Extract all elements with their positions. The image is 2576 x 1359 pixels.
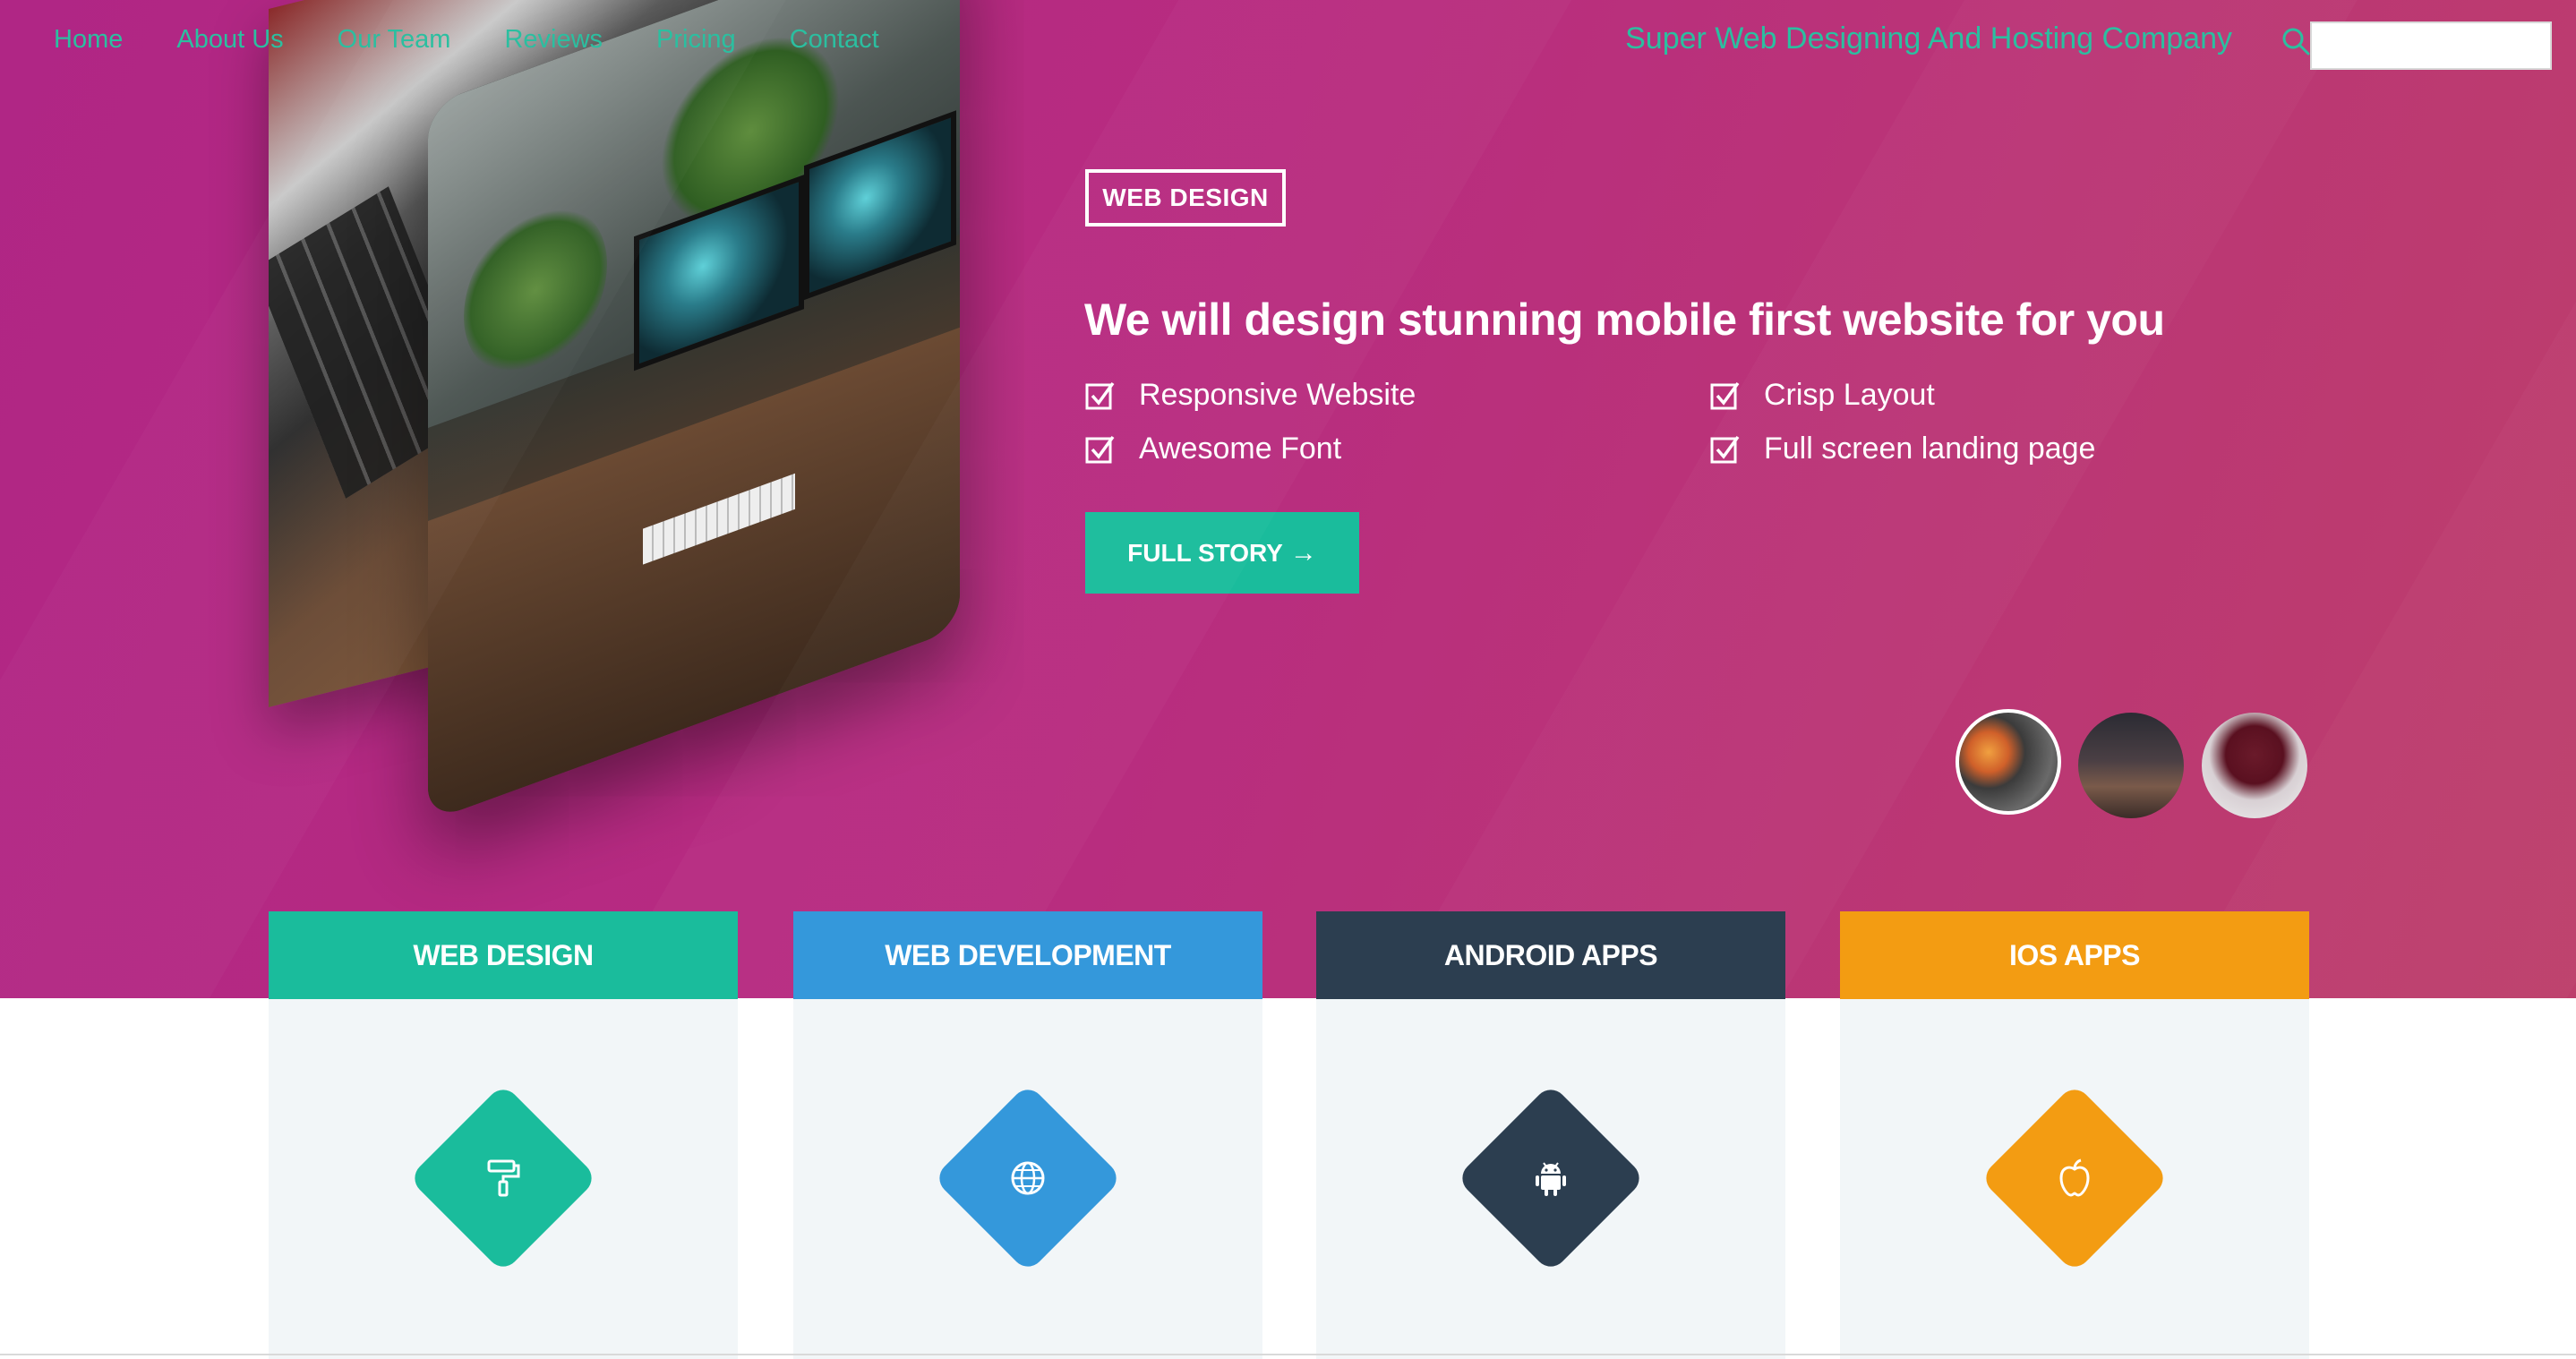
slider-thumbnail[interactable] [2078,713,2184,818]
paint-roller-icon [436,1111,570,1245]
feature-item: Responsive Website [1085,378,1416,413]
checkbox-checked-icon [1085,381,1115,409]
feature-item: Crisp Layout [1710,378,1935,413]
service-title: WEB DEVELOPMENT [793,911,1262,999]
hero-tag: WEB DESIGN [1085,169,1286,226]
service-card-ios-apps[interactable]: IOS APPS [1840,911,2309,1359]
service-title: ANDROID APPS [1316,911,1785,999]
hero-headline: We will design stunning mobile first web… [1084,295,2165,345]
nav-team-link[interactable]: Our Team [338,25,451,55]
slider-thumbnail[interactable] [2202,713,2307,818]
slider-thumbnail-active[interactable] [1956,709,2061,815]
checkbox-checked-icon [1710,381,1740,409]
search-icon[interactable] [2280,25,2312,57]
service-card-web-design[interactable]: WEB DESIGN [269,911,738,1359]
service-title: IOS APPS [1840,911,2309,999]
nav-pricing-link[interactable]: Pricing [656,25,736,55]
search-input[interactable] [2310,21,2552,70]
checkbox-checked-icon [1085,435,1115,463]
nav-contact-link[interactable]: Contact [790,25,879,55]
service-title: WEB DESIGN [269,911,738,999]
service-card-android-apps[interactable]: ANDROID APPS [1316,911,1785,1359]
workspace-photo [428,0,960,822]
full-story-button[interactable]: FULL STORY → [1085,512,1359,594]
feature-label: Responsive Website [1139,378,1416,412]
nav-home-link[interactable]: Home [54,25,123,55]
full-story-label: FULL STORY [1127,538,1283,567]
checkbox-checked-icon [1710,435,1740,463]
feature-item: Full screen landing page [1710,432,2095,466]
feature-label: Awesome Font [1139,432,1342,466]
feature-label: Full screen landing page [1764,432,2096,466]
nav-reviews-link[interactable]: Reviews [504,25,603,55]
divider [0,1354,2576,1355]
nav-about-link[interactable]: About Us [176,25,283,55]
service-card-web-development[interactable]: WEB DEVELOPMENT [793,911,1262,1359]
feature-label: Crisp Layout [1764,378,1935,412]
feature-item: Awesome Font [1085,432,1341,466]
top-nav: Home About Us Our Team Reviews Pricing C… [0,0,2576,82]
android-icon [1484,1111,1618,1245]
globe-icon [961,1111,1095,1245]
nav-links: Home About Us Our Team Reviews Pricing C… [54,25,933,55]
hero-section: Home About Us Our Team Reviews Pricing C… [0,0,2576,998]
brand-name[interactable]: Super Web Designing And Hosting Company [1625,21,2232,56]
arrow-right-icon: → [1289,537,1317,568]
apple-icon [2007,1111,2142,1245]
